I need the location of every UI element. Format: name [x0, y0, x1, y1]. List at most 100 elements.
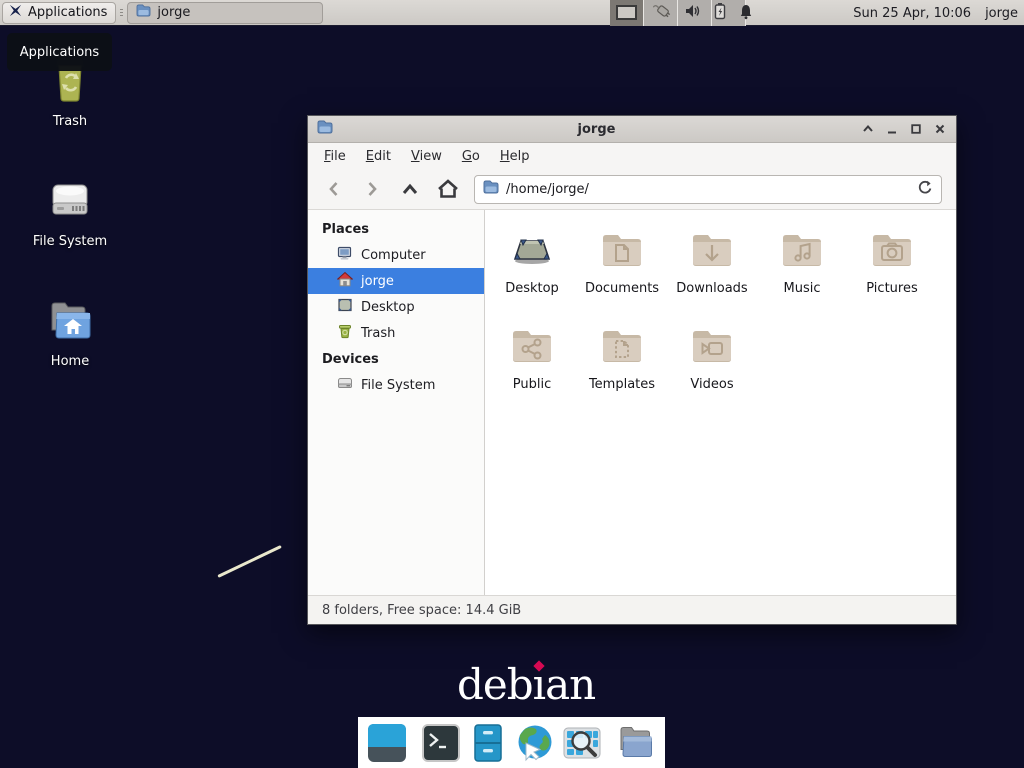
folder-item-music[interactable]: Music [757, 226, 847, 322]
window-title: jorge [333, 122, 860, 137]
menu-go[interactable]: Go [452, 145, 490, 168]
app-finder-icon[interactable] [562, 723, 602, 763]
sidebar-item-label: jorge [361, 274, 394, 289]
panel-clock-area: Sun 25 Apr, 10:06 jorge [853, 0, 1018, 26]
folder-item-label: Desktop [505, 281, 559, 296]
show-desktop-icon[interactable] [367, 723, 407, 763]
file-cabinet-icon[interactable] [468, 723, 508, 763]
hard-drive-icon [46, 176, 94, 228]
folder-item-label: Templates [589, 377, 655, 392]
location-bar[interactable]: /home/jorge/ [474, 175, 942, 204]
folder-item-desktop[interactable]: Desktop [487, 226, 577, 322]
back-button[interactable] [322, 177, 346, 201]
debian-wallpaper-logo: debıan [457, 660, 595, 709]
taskbar-button-label: jorge [157, 5, 190, 20]
menu-file[interactable]: File [314, 145, 356, 168]
folder-item-label: Pictures [866, 281, 917, 296]
desktop-icon-label: File System [33, 234, 107, 249]
window-body: Places Computer [308, 210, 956, 595]
folder-item-documents[interactable]: Documents [577, 226, 667, 322]
bottom-dock [358, 717, 665, 768]
xfce-applications-icon [8, 3, 23, 22]
desktop-icon-file-system[interactable]: File System [24, 176, 116, 249]
taskbar-button-jorge[interactable]: jorge [127, 2, 323, 24]
sidebar: Places Computer [308, 210, 485, 595]
folder-music-icon [778, 226, 826, 278]
folder-item-downloads[interactable]: Downloads [667, 226, 757, 322]
desktop-icon [337, 297, 353, 317]
computer-icon [337, 245, 353, 265]
desktop-icon-label: Trash [53, 114, 87, 129]
home-folder-icon [46, 300, 94, 348]
folder-videos-icon [688, 322, 736, 374]
desktop-icon-label: Home [51, 354, 89, 369]
folder-public-icon [508, 322, 556, 374]
sidebar-header-devices: Devices [308, 346, 484, 372]
menu-view[interactable]: View [401, 145, 452, 168]
menu-help[interactable]: Help [490, 145, 540, 168]
desktop-icon-home[interactable]: Home [24, 300, 116, 369]
folder-item-label: Videos [690, 377, 733, 392]
sidebar-item-computer[interactable]: Computer [308, 242, 484, 268]
folder-icon [483, 180, 499, 198]
network-icon[interactable] [653, 2, 673, 24]
maximize-button[interactable] [908, 122, 923, 137]
sidebar-item-desktop[interactable]: Desktop [308, 294, 484, 320]
desktop-root: { "colors": { "accent": "#3b7fe0", "desk… [0, 0, 1024, 768]
applications-menu-button[interactable]: Applications [2, 2, 116, 24]
session-user[interactable]: jorge [985, 6, 1018, 21]
up-button[interactable] [398, 177, 422, 201]
home-button[interactable] [436, 177, 460, 201]
folder-item-public[interactable]: Public [487, 322, 577, 418]
folder-documents-icon [598, 226, 646, 278]
close-button[interactable] [932, 122, 947, 137]
system-tray [653, 0, 754, 26]
location-path[interactable]: /home/jorge/ [506, 182, 910, 197]
folder-templates-icon [598, 322, 646, 374]
menu-edit[interactable]: Edit [356, 145, 401, 168]
panel-separator-grip [118, 4, 125, 22]
menubar: File Edit View Go Help [308, 143, 956, 169]
user-home-icon [337, 271, 353, 291]
wallpaper-line-artifact [217, 545, 281, 578]
folder-item-label: Music [784, 281, 821, 296]
volume-icon[interactable] [684, 3, 702, 23]
workspace-window-thumbnail [616, 5, 637, 20]
file-manager-icon[interactable] [616, 723, 656, 763]
workspace-1[interactable] [610, 0, 644, 26]
sidebar-item-trash[interactable]: Trash [308, 320, 484, 346]
sidebar-item-label: Computer [361, 248, 426, 263]
battery-charging-icon[interactable] [713, 2, 727, 24]
folder-item-label: Public [513, 377, 551, 392]
shade-button[interactable] [860, 122, 875, 137]
sidebar-item-label: Desktop [361, 300, 415, 315]
forward-button[interactable] [360, 177, 384, 201]
applications-menu-label: Applications [28, 5, 107, 20]
web-browser-icon[interactable] [515, 723, 555, 763]
sidebar-item-jorge[interactable]: jorge [308, 268, 484, 294]
folder-view[interactable]: Desktop Documents [485, 210, 956, 595]
minimize-button[interactable] [884, 122, 899, 137]
folder-pictures-icon [868, 226, 916, 278]
sidebar-header-places: Places [308, 216, 484, 242]
folder-item-videos[interactable]: Videos [667, 322, 757, 418]
file-manager-window: jorge File Edit View Go Help [307, 115, 957, 625]
folder-item-label: Downloads [676, 281, 747, 296]
folder-item-templates[interactable]: Templates [577, 322, 667, 418]
folder-icon [136, 4, 151, 21]
terminal-icon[interactable] [421, 723, 461, 763]
sidebar-item-file-system[interactable]: File System [308, 372, 484, 398]
hard-drive-icon [337, 375, 353, 395]
applications-tooltip: Applications [7, 33, 112, 71]
trash-icon [337, 323, 353, 343]
clock[interactable]: Sun 25 Apr, 10:06 [853, 6, 971, 21]
status-text: 8 folders, Free space: 14.4 GiB [322, 603, 521, 618]
sidebar-item-label: File System [361, 378, 435, 393]
toolbar: /home/jorge/ [308, 169, 956, 210]
notifications-bell-icon[interactable] [738, 3, 754, 24]
reload-icon[interactable] [917, 179, 933, 199]
folder-item-pictures[interactable]: Pictures [847, 226, 937, 322]
window-controls [860, 122, 947, 137]
desktop-surface-icon [508, 226, 556, 278]
window-titlebar[interactable]: jorge [308, 116, 956, 143]
